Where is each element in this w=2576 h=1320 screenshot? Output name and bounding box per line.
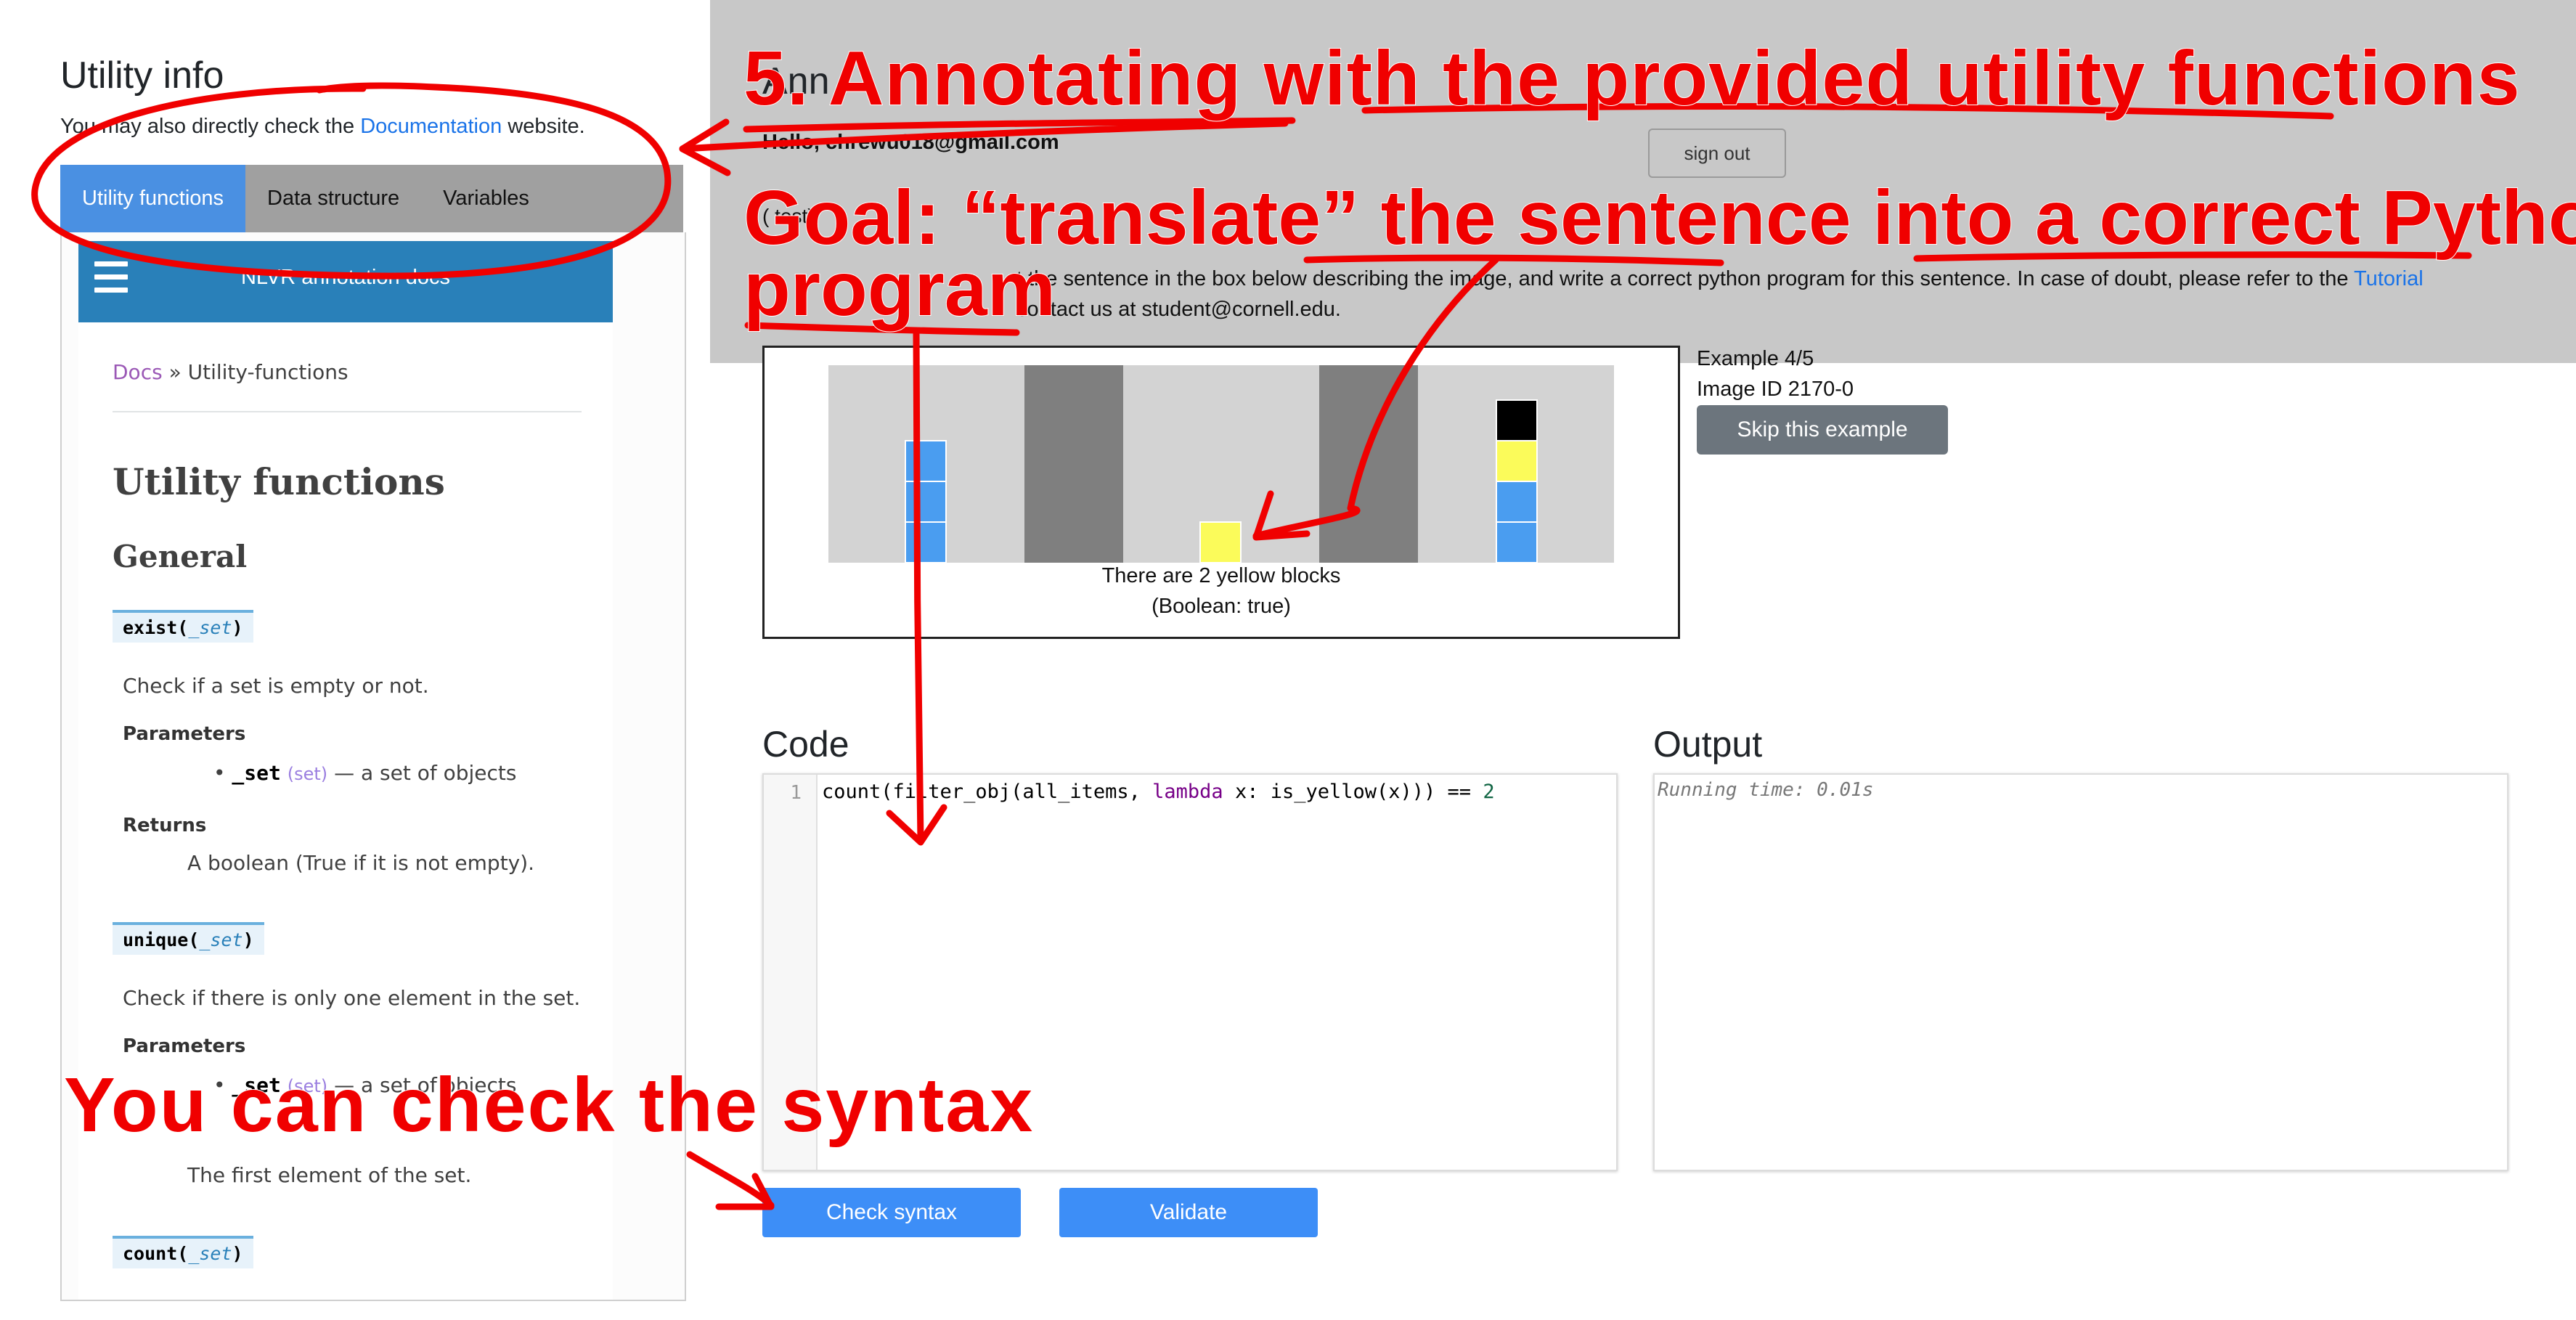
documentation-link[interactable]: Documentation [360,115,502,138]
breadcrumb-docs-link[interactable]: Docs [113,360,163,384]
tutorial-link[interactable]: Tutorial [2354,267,2424,290]
yellow-block [1199,521,1242,563]
breadcrumb-current: Utility-functions [187,360,349,384]
scene-divider [1024,365,1123,563]
returns-description: A boolean (True if it is not empty). [187,851,535,875]
user-greeting: Hello, chrewu018@gmail.com [762,131,1059,154]
output-panel: Running time: 0.01s [1653,773,2508,1171]
breadcrumb-separator: » [162,360,188,384]
function-signature-count: count(_set) [113,1236,253,1268]
image-id: Image ID 2170-0 [1697,378,1854,401]
function-signature-exist: exist(_set) [113,610,253,643]
annotation-arrow [686,1151,775,1209]
function-signature-unique: unique(_set) [113,922,264,955]
tab-utility-functions[interactable]: Utility functions [60,165,246,232]
subtitle-text: You may also directly check the [60,115,361,138]
instruction-text-line2: contact us at student@cornell.edu. [1016,298,1341,321]
tab-data-structure[interactable]: Data structure [245,165,421,232]
example-sentence: There are 2 yellow blocks [1101,564,1341,587]
docs-header-title[interactable]: NLVR annotation docs [78,266,613,290]
code-title: Code [762,724,849,765]
blue-block [905,440,947,482]
blue-block [1496,481,1538,523]
check-syntax-button[interactable]: Check syntax [762,1188,1021,1237]
tab-variables[interactable]: Variables [421,165,551,232]
returns-label: Returns [123,815,207,836]
validate-button[interactable]: Validate [1059,1188,1318,1237]
docs-header: NLVR annotation docs [78,241,613,322]
skip-example-button[interactable]: Skip this example [1697,405,1948,455]
function-description: Check if there is only one element in th… [123,986,581,1010]
subtitle-text-end: website. [502,115,585,138]
utility-tabs: Utility functions Data structure Variabl… [60,165,683,232]
example-image-box: There are 2 yellow blocks (Boolean: true… [762,346,1680,639]
parameters-label: Parameters [123,723,246,745]
line-number: 1 [790,782,802,804]
blue-block [905,481,947,523]
docs-heading: Utility functions [113,460,445,503]
docs-content: Docs » Utility-functions Utility functio… [78,322,613,1300]
annotation-title: 5. Annotating with the provided utility … [743,35,2521,122]
function-description: Check if a set is empty or not. [123,674,429,698]
docs-subheading: General [113,539,248,574]
annotation-goal-line2: program [743,245,1056,333]
annotation-syntax-note: You can check the syntax [63,1062,1035,1149]
parameters-label: Parameters [123,1035,246,1057]
utility-info-title: Utility info [60,54,224,97]
scene-divider [1319,365,1418,563]
divider [113,411,582,412]
example-label: (Boolean: true) [1152,595,1291,618]
returns-description: The first element of the set. [187,1163,472,1187]
black-block [1496,399,1538,441]
breadcrumb: Docs » Utility-functions [113,360,349,384]
output-title: Output [1653,724,1763,765]
blue-block [905,521,947,563]
example-counter: Example 4/5 [1697,347,1814,370]
yellow-block [1496,440,1538,482]
blue-block [1496,521,1538,563]
code-line[interactable]: count(filter_obj(all_items, lambda x: is… [822,781,1495,803]
instruction-text: t the sentence in the box below describi… [1016,267,2424,290]
example-scene-image [828,365,1614,563]
sign-out-button[interactable]: sign out [1648,129,1786,178]
parameter-item: • _set (set) — a set of objects [213,761,517,785]
utility-info-subtitle: You may also directly check the Document… [60,115,585,139]
output-text: Running time: 0.01s [1658,779,1874,801]
